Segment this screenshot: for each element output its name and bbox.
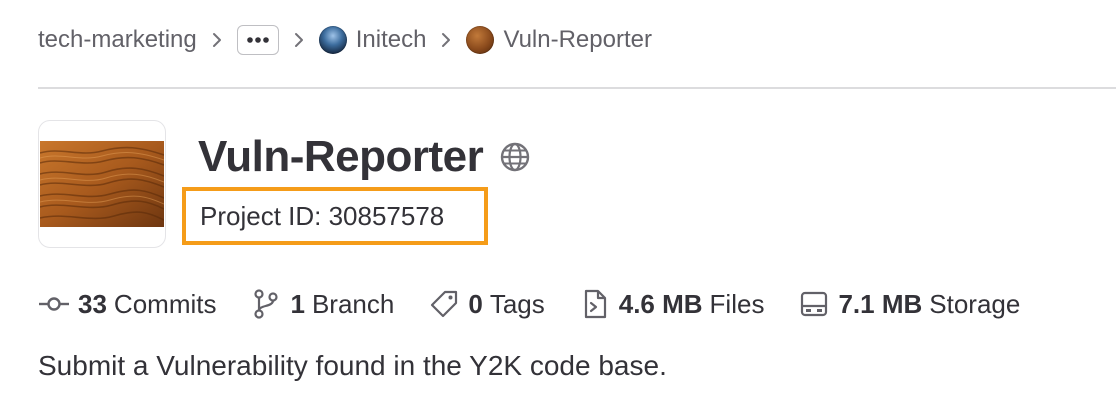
chevron-right-icon xyxy=(293,31,305,49)
commits-label: Commits xyxy=(113,288,217,319)
chevron-right-icon xyxy=(440,31,452,49)
header-divider xyxy=(38,87,1116,89)
desert-dunes-image xyxy=(40,141,164,227)
branches-label: Branch xyxy=(311,288,395,319)
breadcrumb: tech-marketing Initech Vuln-Reporter xyxy=(38,18,652,62)
files-stat[interactable]: 4.6 MB Files xyxy=(579,288,765,320)
project-title-row: Vuln-Reporter xyxy=(198,132,531,182)
files-label: Files xyxy=(709,288,765,319)
tags-count: 0 xyxy=(468,288,483,319)
tag-icon xyxy=(428,288,460,320)
breadcrumb-group-link[interactable]: tech-marketing xyxy=(38,26,197,54)
file-icon xyxy=(579,288,611,320)
branches-count: 1 xyxy=(290,288,305,319)
tags-label: Tags xyxy=(489,288,545,319)
storage-label: Storage xyxy=(929,288,1021,319)
project-avatar xyxy=(38,120,166,248)
commits-stat[interactable]: 33 Commits xyxy=(38,288,216,320)
files-size: 4.6 MB xyxy=(618,288,703,319)
tags-stat[interactable]: 0 Tags xyxy=(428,288,545,320)
ellipsis-icon xyxy=(246,37,269,43)
chevron-right-icon xyxy=(211,31,223,49)
project-title: Vuln-Reporter xyxy=(198,132,484,181)
branches-stat[interactable]: 1 Branch xyxy=(250,288,394,320)
commit-icon xyxy=(38,288,70,320)
storage-icon xyxy=(798,288,830,320)
storage-stat[interactable]: 7.1 MB Storage xyxy=(798,288,1020,320)
project-id[interactable]: Project ID: 30857578 xyxy=(200,201,444,232)
breadcrumb-more-button[interactable] xyxy=(236,25,279,55)
subgroup-avatar xyxy=(318,26,347,54)
branch-icon xyxy=(250,288,282,320)
project-stats: 33 Commits 1 Branch 0 Tags 4.6 MB Files … xyxy=(38,282,1020,326)
storage-size: 7.1 MB xyxy=(838,288,923,319)
project-avatar-small xyxy=(466,26,495,54)
breadcrumb-subgroup-label: Initech xyxy=(355,26,427,53)
project-id-highlight: Project ID: 30857578 xyxy=(182,187,488,245)
breadcrumb-subgroup-link[interactable]: Initech xyxy=(318,26,427,54)
breadcrumb-project-label: Vuln-Reporter xyxy=(503,26,652,53)
commits-count: 33 xyxy=(78,288,107,319)
breadcrumb-project-link[interactable]: Vuln-Reporter xyxy=(466,26,652,54)
project-description: Submit a Vulnerability found in the Y2K … xyxy=(38,350,667,381)
globe-icon xyxy=(499,141,531,173)
